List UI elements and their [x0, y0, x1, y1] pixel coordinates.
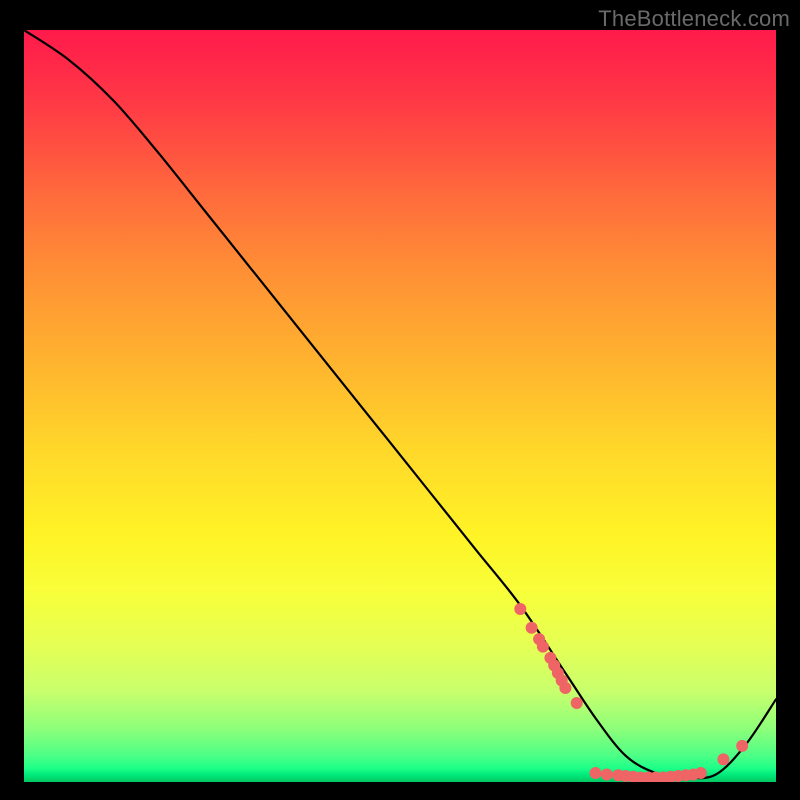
data-point: [559, 682, 571, 694]
data-point: [695, 767, 707, 779]
watermark-text: TheBottleneck.com: [598, 6, 790, 32]
data-point: [526, 622, 538, 634]
chart-svg: [24, 30, 776, 782]
bottleneck-curve: [24, 30, 776, 778]
data-point: [537, 641, 549, 653]
gradient-plot-area: [24, 30, 776, 782]
data-point: [736, 740, 748, 752]
data-point: [590, 767, 602, 779]
data-points-group: [514, 603, 748, 782]
data-point: [717, 753, 729, 765]
data-point: [601, 769, 613, 781]
data-point: [571, 697, 583, 709]
chart-frame: TheBottleneck.com: [0, 0, 800, 800]
data-point: [514, 603, 526, 615]
